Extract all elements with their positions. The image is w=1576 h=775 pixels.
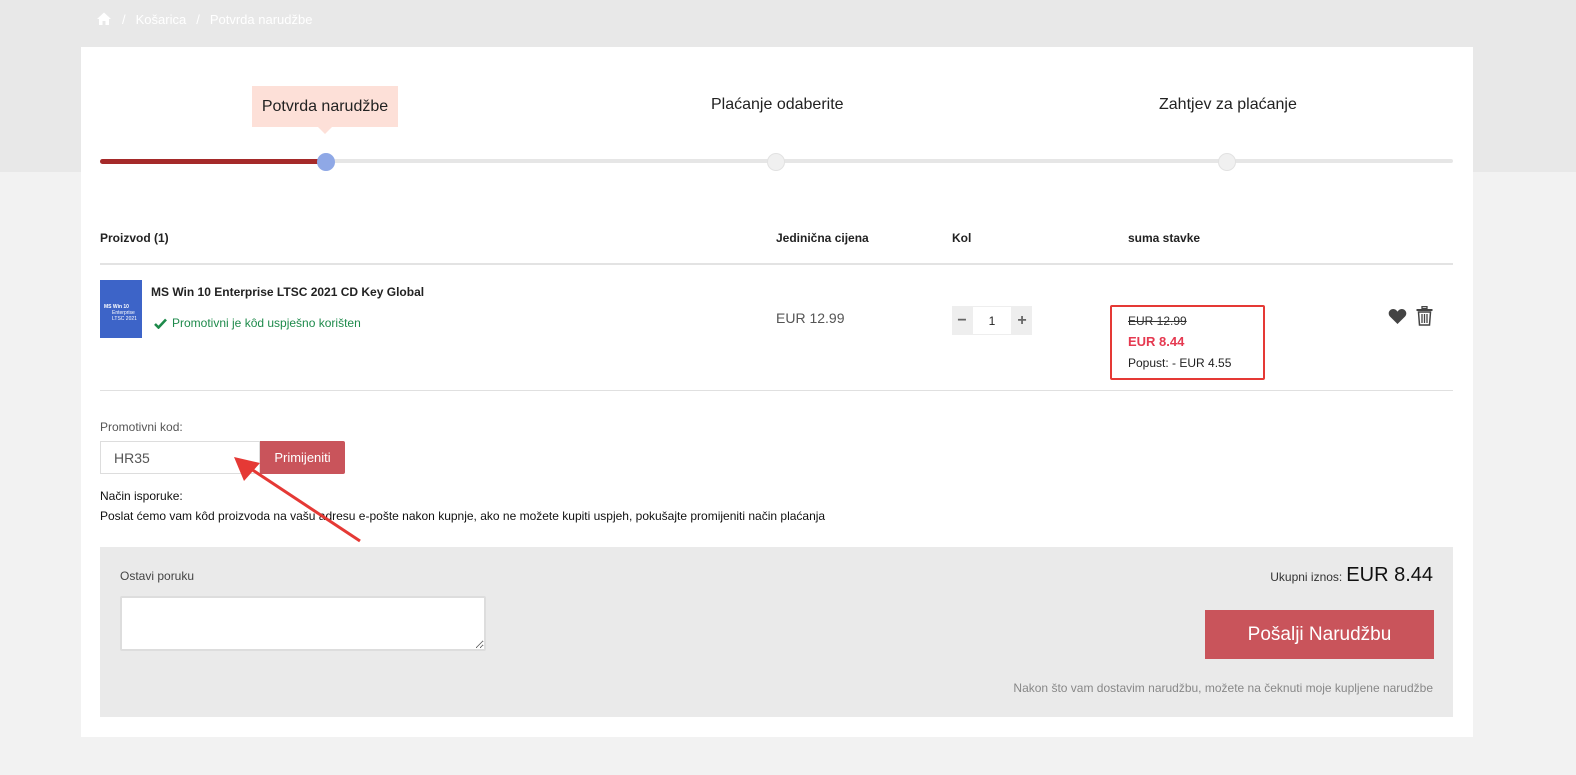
promo-success: Promotivni je kôd uspješno korišten bbox=[154, 316, 361, 330]
step-dot-3 bbox=[1218, 153, 1236, 171]
qty-decrease-button[interactable]: − bbox=[952, 306, 972, 335]
header-divider bbox=[100, 263, 1453, 265]
breadcrumb: / Košarica / Potvrda narudžbe bbox=[96, 11, 312, 27]
breadcrumb-separator: / bbox=[196, 11, 200, 27]
qty-increase-button[interactable]: + bbox=[1012, 306, 1032, 335]
header-unit-price: Jedinična cijena bbox=[776, 231, 869, 245]
order-total: Ukupni iznos: EUR 8.44 bbox=[1270, 564, 1433, 587]
step-confirm-order: Potvrda narudžbe bbox=[252, 86, 398, 134]
quantity-stepper: − 1 + bbox=[952, 306, 1032, 335]
delivery-method-text: Poslat ćemo vam kôd proizvoda na vašu ad… bbox=[100, 509, 826, 523]
header-qty: Kol bbox=[952, 231, 972, 245]
product-name[interactable]: MS Win 10 Enterprise LTSC 2021 CD Key Gl… bbox=[151, 285, 424, 299]
step-payment-request: Zahtjev za plaćanje bbox=[1159, 96, 1297, 113]
new-price: EUR 8.44 bbox=[1128, 334, 1185, 349]
step-choose-payment: Plaćanje odaberite bbox=[711, 96, 844, 113]
header-product: Proizvod (1) bbox=[100, 231, 169, 245]
discount: Popust: - EUR 4.55 bbox=[1128, 356, 1232, 370]
old-price: EUR 12.99 bbox=[1128, 314, 1187, 328]
unit-price: EUR 12.99 bbox=[776, 310, 845, 326]
item-sum: EUR 12.99 EUR 8.44 Popust: - EUR 4.55 bbox=[1110, 305, 1265, 380]
header-sum: suma stavke bbox=[1128, 231, 1201, 245]
progress-fill bbox=[100, 159, 326, 164]
heart-icon[interactable] bbox=[1388, 308, 1407, 325]
trash-icon[interactable] bbox=[1416, 306, 1433, 326]
step-dot-2 bbox=[767, 153, 785, 171]
annotation-arrow-icon bbox=[234, 457, 361, 543]
step-dot-1 bbox=[317, 153, 335, 171]
delivery-method-title: Način isporuke: bbox=[100, 489, 183, 503]
breadcrumb-cart-link[interactable]: Košarica bbox=[136, 12, 187, 27]
total-amount: EUR 8.44 bbox=[1346, 564, 1433, 586]
message-textarea[interactable] bbox=[120, 596, 486, 651]
qty-input[interactable]: 1 bbox=[972, 306, 1012, 335]
promo-code-label: Promotivni kod: bbox=[100, 420, 183, 434]
product-image[interactable]: MS Win 10 Enterprise LTSC 2021 bbox=[100, 280, 142, 338]
check-icon bbox=[154, 318, 167, 329]
total-label: Ukupni iznos: bbox=[1270, 570, 1343, 584]
home-icon[interactable] bbox=[96, 11, 112, 27]
promo-success-text: Promotivni je kôd uspješno korišten bbox=[172, 316, 361, 330]
message-label: Ostavi poruku bbox=[120, 569, 195, 583]
order-note: Nakon što vam dostavim narudžbu, možete … bbox=[1013, 681, 1433, 695]
submit-order-button[interactable]: Pošalji Narudžbu bbox=[1205, 610, 1434, 659]
product-image-subtitle: Enterprise LTSC 2021 bbox=[112, 310, 137, 322]
row-divider bbox=[100, 390, 1453, 391]
breadcrumb-separator: / bbox=[122, 11, 126, 27]
breadcrumb-current: Potvrda narudžbe bbox=[209, 11, 313, 27]
